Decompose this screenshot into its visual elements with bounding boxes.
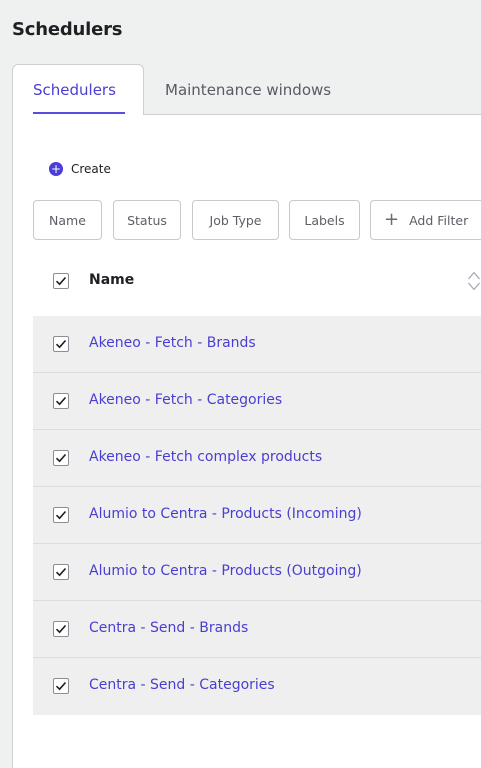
tab-schedulers-label: Schedulers — [33, 81, 116, 99]
check-icon — [55, 453, 67, 463]
table-body: Akeneo - Fetch - Brands Akeneo - Fetch -… — [33, 316, 481, 715]
scheduler-link[interactable]: Akeneo - Fetch complex products — [89, 449, 322, 465]
row-checkbox[interactable] — [53, 621, 69, 637]
scheduler-link[interactable]: Alumio to Centra - Products (Outgoing) — [89, 563, 362, 579]
tab-schedulers[interactable]: Schedulers — [12, 64, 144, 116]
tab-active-indicator — [33, 112, 125, 114]
scheduler-link[interactable]: Akeneo - Fetch - Categories — [89, 392, 282, 408]
table-row: Akeneo - Fetch - Brands — [33, 316, 481, 373]
table-row: Akeneo - Fetch - Categories — [33, 373, 481, 430]
tab-maintenance-windows[interactable]: Maintenance windows — [165, 64, 331, 115]
check-icon — [55, 681, 67, 691]
row-checkbox[interactable] — [53, 507, 69, 523]
check-icon — [55, 276, 67, 286]
check-icon — [55, 339, 67, 349]
row-checkbox[interactable] — [53, 564, 69, 580]
table-row: Centra - Send - Brands — [33, 601, 481, 658]
row-checkbox[interactable] — [53, 336, 69, 352]
check-icon — [55, 567, 67, 577]
create-label: Create — [71, 162, 111, 176]
scheduler-link[interactable]: Alumio to Centra - Products (Incoming) — [89, 506, 362, 522]
select-all-checkbox[interactable] — [53, 273, 69, 289]
column-header-name[interactable]: Name — [89, 272, 134, 288]
table-row: Alumio to Centra - Products (Outgoing) — [33, 544, 481, 601]
create-button[interactable]: + Create — [49, 162, 111, 176]
plus-icon: + — [384, 209, 400, 230]
scheduler-link[interactable]: Centra - Send - Brands — [89, 620, 248, 636]
filter-labels[interactable]: Labels — [289, 200, 360, 240]
check-icon — [55, 624, 67, 634]
check-icon — [55, 396, 67, 406]
tab-bar: Schedulers Maintenance windows — [12, 64, 481, 116]
table-row: Alumio to Centra - Products (Incoming) — [33, 487, 481, 544]
plus-circle-icon: + — [49, 162, 63, 176]
row-checkbox[interactable] — [53, 393, 69, 409]
page-title: Schedulers — [12, 19, 123, 40]
scheduler-link[interactable]: Akeneo - Fetch - Brands — [89, 335, 256, 351]
scheduler-link[interactable]: Centra - Send - Categories — [89, 677, 275, 693]
sort-icon[interactable] — [467, 270, 481, 292]
table-row: Centra - Send - Categories — [33, 658, 481, 715]
filter-name[interactable]: Name — [33, 200, 102, 240]
filter-status[interactable]: Status — [113, 200, 181, 240]
check-icon — [55, 510, 67, 520]
add-filter-label: Add Filter — [409, 212, 469, 228]
add-filter-button[interactable]: + Add Filter — [370, 200, 481, 240]
row-checkbox[interactable] — [53, 450, 69, 466]
table-header: Name — [33, 256, 481, 306]
table-row: Akeneo - Fetch complex products — [33, 430, 481, 487]
filter-job-type[interactable]: Job Type — [192, 200, 279, 240]
row-checkbox[interactable] — [53, 678, 69, 694]
